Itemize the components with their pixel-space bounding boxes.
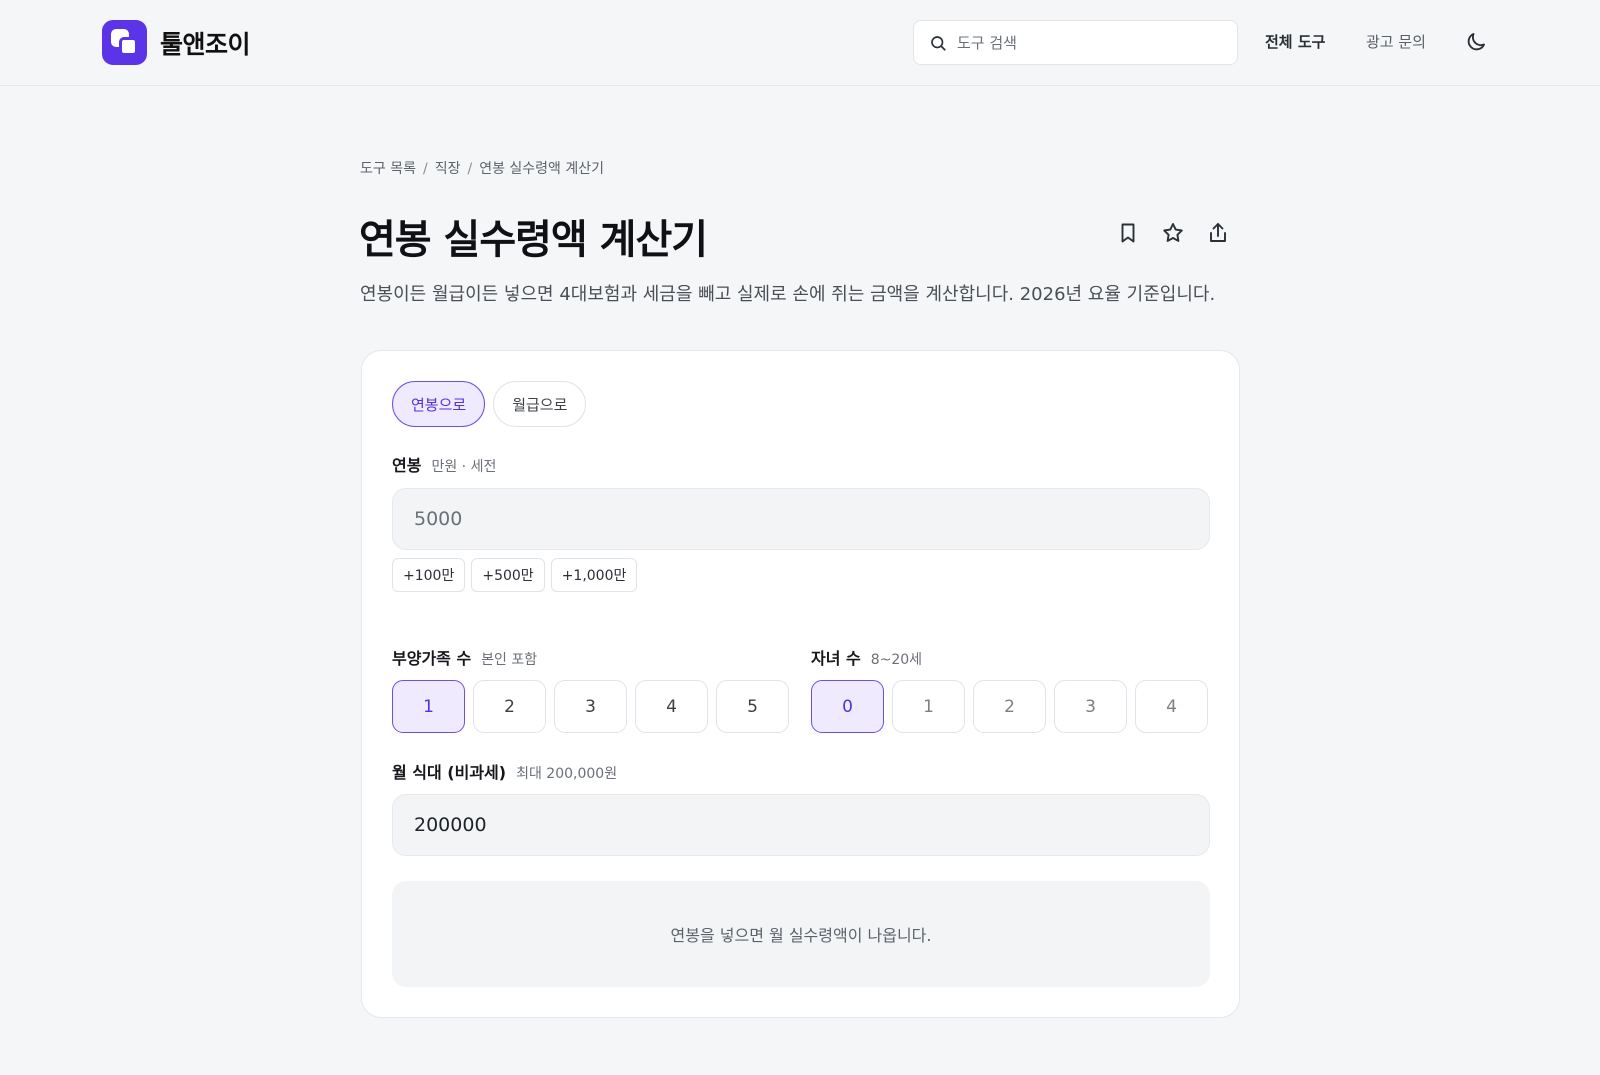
- add-500-button[interactable]: +500만: [471, 558, 545, 592]
- breadcrumb-separator: /: [422, 161, 428, 177]
- result-message: 연봉을 넣으면 월 실수령액이 나옵니다.: [670, 926, 932, 945]
- children-label: 자녀 수 8~20세: [811, 645, 922, 669]
- share-icon[interactable]: [1206, 221, 1230, 245]
- brand-name: 툴앤조이: [160, 29, 251, 59]
- calculator-card: 연봉으로 월급으로 연봉 만원 · 세전 +100만 +500만 +1,000만…: [361, 350, 1240, 1018]
- salary-label-text: 연봉: [392, 456, 422, 475]
- children-option[interactable]: 4: [1135, 680, 1208, 733]
- breadcrumb-tool-list[interactable]: 도구 목록: [360, 161, 416, 177]
- salary-label: 연봉 만원 · 세전: [392, 452, 496, 476]
- dependents-option[interactable]: 5: [716, 680, 789, 733]
- breadcrumb: 도구 목록 / 직장 / 연봉 실수령액 계산기: [360, 158, 604, 178]
- brand-logo-link[interactable]: 툴앤조이: [102, 20, 251, 65]
- add-1000-button[interactable]: +1,000만: [550, 558, 638, 592]
- nav-all-tools[interactable]: 전체 도구: [1265, 31, 1325, 52]
- dependents-label: 부양가족 수 본인 포함: [392, 645, 537, 669]
- meal-hint: 최대 200,000원: [516, 766, 618, 782]
- breadcrumb-current: 연봉 실수령액 계산기: [479, 161, 605, 177]
- page-title: 연봉 실수령액 계산기: [359, 217, 708, 263]
- children-label-text: 자녀 수: [811, 649, 861, 668]
- star-icon[interactable]: [1161, 221, 1185, 245]
- search-input[interactable]: [957, 33, 1217, 52]
- page-actions: [1116, 221, 1230, 245]
- children-selector: 0 1 2 3 4: [811, 680, 1208, 733]
- dependents-label-text: 부양가족 수: [392, 649, 472, 668]
- search-icon: [931, 35, 946, 51]
- children-hint: 8~20세: [870, 652, 923, 668]
- meal-label: 월 식대 (비과세) 최대 200,000원: [392, 759, 617, 783]
- salary-input[interactable]: [392, 488, 1210, 550]
- add-100-button[interactable]: +100만: [392, 558, 466, 592]
- page-description: 연봉이든 월급이든 넣으면 4대보험과 세금을 빼고 실제로 손에 쥐는 금액을…: [360, 284, 1216, 305]
- salary-hint: 만원 · 세전: [431, 459, 497, 475]
- quick-add-buttons: +100만 +500만 +1,000만: [392, 558, 638, 592]
- top-bar: 툴앤조이 전체 도구 광고 문의: [0, 0, 1600, 86]
- mode-tabs: 연봉으로 월급으로: [392, 381, 587, 427]
- breadcrumb-work[interactable]: 직장: [435, 161, 461, 177]
- logo-icon: [102, 20, 147, 65]
- children-option[interactable]: 1: [892, 680, 965, 733]
- nav-ad-inquiry[interactable]: 광고 문의: [1366, 31, 1426, 52]
- meal-label-text: 월 식대 (비과세): [392, 763, 507, 782]
- children-option[interactable]: 2: [973, 680, 1046, 733]
- search-box[interactable]: [913, 20, 1238, 65]
- children-option[interactable]: 3: [1054, 680, 1127, 733]
- dependents-option[interactable]: 4: [635, 680, 708, 733]
- dependents-hint: 본인 포함: [481, 652, 538, 668]
- dependents-option[interactable]: 2: [473, 680, 546, 733]
- dependents-selector: 1 2 3 4 5: [392, 680, 789, 733]
- result-panel: 연봉을 넣으면 월 실수령액이 나옵니다.: [392, 881, 1210, 987]
- children-option[interactable]: 0: [811, 680, 884, 733]
- tab-by-annual-salary[interactable]: 연봉으로: [392, 381, 486, 427]
- bookmark-icon[interactable]: [1116, 221, 1140, 245]
- breadcrumb-separator: /: [467, 161, 473, 177]
- meal-input[interactable]: [392, 794, 1210, 856]
- dependents-option[interactable]: 3: [554, 680, 627, 733]
- tab-by-monthly-salary[interactable]: 월급으로: [493, 381, 587, 427]
- dependents-option[interactable]: 1: [392, 680, 465, 733]
- moon-icon[interactable]: [1464, 30, 1488, 54]
